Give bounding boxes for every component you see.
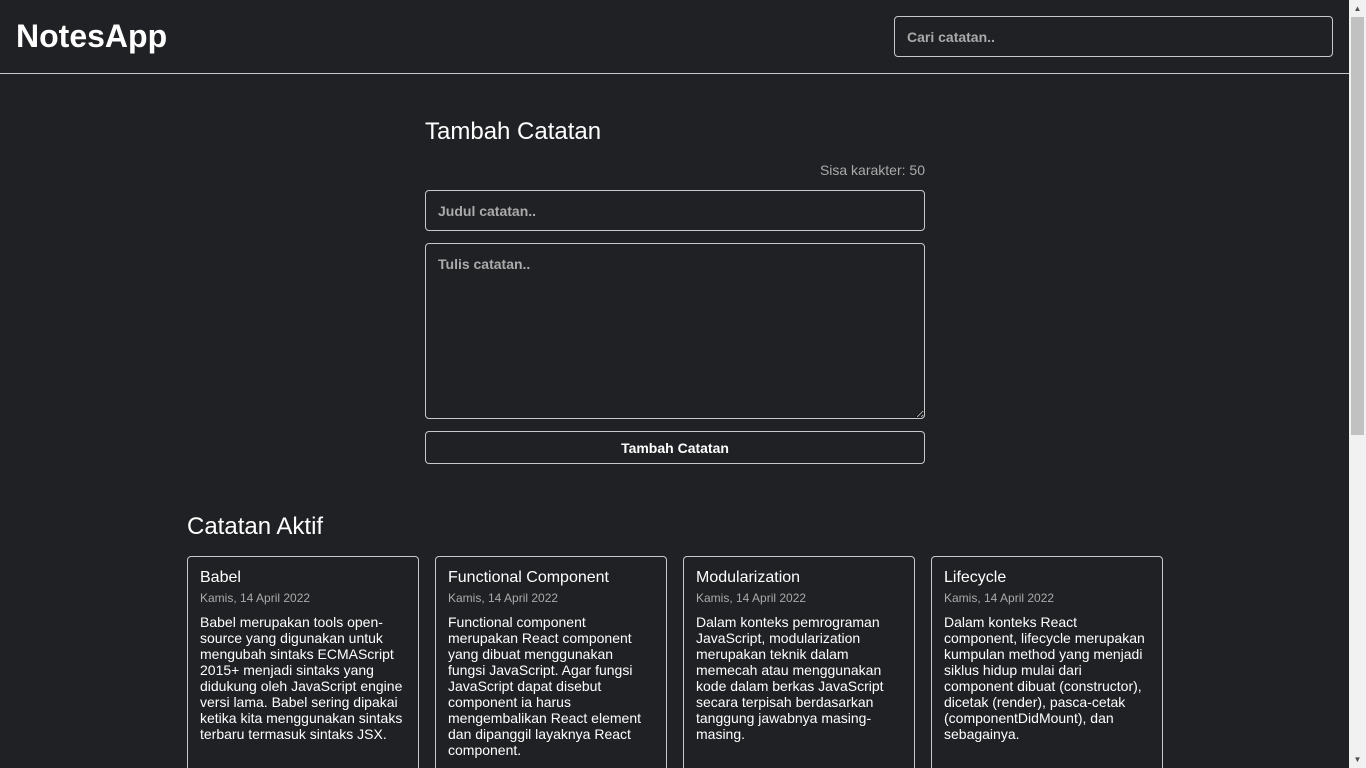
note-item-date: Kamis, 14 April 2022 [696,591,807,605]
note-item-date: Kamis, 14 April 2022 [944,591,1055,605]
note-item: Babel Kamis, 14 April 2022 Babel merupak… [187,556,419,768]
scroll-up-arrow-icon[interactable]: ▲ [1349,0,1366,17]
page-scrollbar[interactable]: ▲ ▼ [1349,0,1366,768]
app-brand: NotesApp [16,18,168,54]
notes-app-page: NotesApp Tambah Catatan Sisa karakter: 5… [0,0,1349,768]
note-item-body: Dalam konteks pemrograman JavaScript, mo… [696,614,884,742]
add-note-button[interactable]: Tambah Catatan [425,431,925,464]
note-item: Modularization Kamis, 14 April 2022 Dala… [683,556,915,768]
note-item: Functional Component Kamis, 14 April 202… [435,556,667,768]
note-item-title: Modularization [696,569,801,586]
notes-list: Babel Kamis, 14 April 2022 Babel merupak… [187,556,1163,768]
char-limit-counter: Sisa karakter: 50 [819,162,925,178]
note-item-date: Kamis, 14 April 2022 [200,591,311,605]
note-item-body: Babel merupakan tools open-source yang d… [200,614,403,742]
note-body-input[interactable] [425,243,925,419]
note-item-date: Kamis, 14 April 2022 [448,591,559,605]
scrollbar-thumb[interactable] [1351,17,1364,435]
note-item: Lifecycle Kamis, 14 April 2022 Dalam kon… [931,556,1163,768]
note-item-body: Dalam konteks React component, lifecycle… [944,614,1145,742]
note-item-title: Lifecycle [944,569,1007,586]
active-notes-title: Catatan Aktif [187,513,324,540]
note-item-title: Functional Component [448,569,609,586]
note-item-title: Babel [200,569,241,586]
app-header: NotesApp [0,0,1349,74]
note-item-body: Functional component merupakan React com… [448,614,641,758]
note-title-input[interactable] [425,190,925,231]
note-input-section: Tambah Catatan Sisa karakter: 50 Tambah … [425,116,925,464]
add-note-title: Tambah Catatan [425,118,602,145]
search-input[interactable] [894,16,1333,57]
scroll-down-arrow-icon[interactable]: ▼ [1349,751,1366,768]
